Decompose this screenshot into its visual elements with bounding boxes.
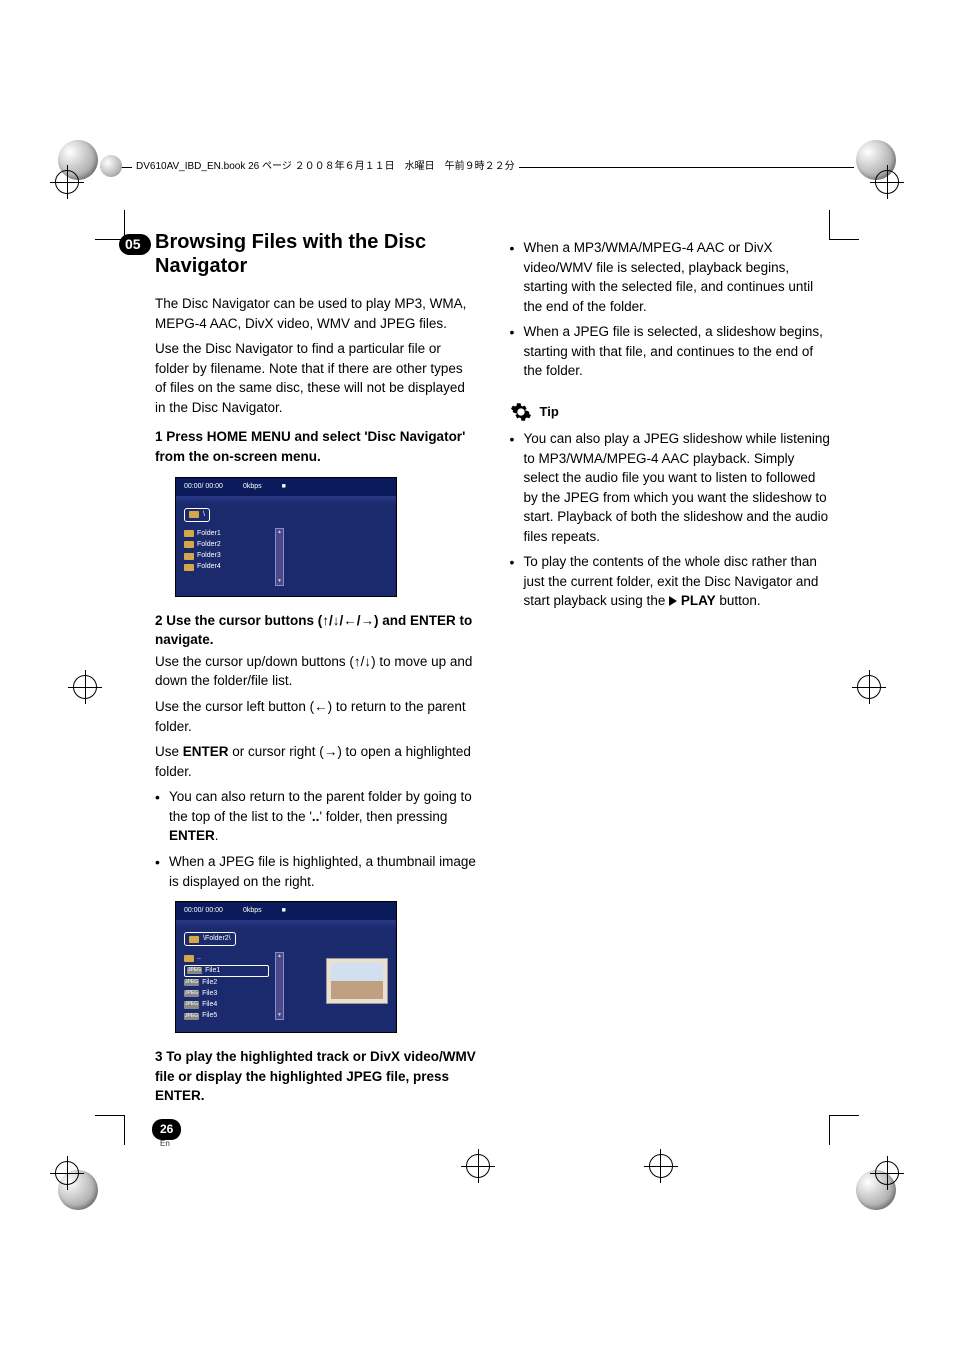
crop-mark <box>85 1115 125 1155</box>
header-disc-icon <box>100 155 122 177</box>
tip-header: Tip <box>510 401 833 423</box>
ss2-scrollbar: ▲▼ <box>275 952 284 1020</box>
crop-mark <box>829 200 869 240</box>
ss2-file-list: .. JPEGFile1 JPEGFile2 JPEGFile3 JPEGFil… <box>184 952 269 1022</box>
screenshot-disc-navigator-files: 00:00/ 00:00 0kbps ■ \Folder2\ .. JPEGFi… <box>175 901 397 1033</box>
list-item: File2 <box>202 978 217 988</box>
ss1-path-text: \ <box>203 510 205 520</box>
step-2-p3: Use ENTER or cursor right (→) to open a … <box>155 742 478 781</box>
ss1-stop-icon: ■ <box>282 482 286 492</box>
ss2-time: 00:00/ 00:00 <box>184 906 223 916</box>
ss1-folder-list: Folder1 Folder2 Folder3 Folder4 <box>184 528 269 586</box>
screenshot-disc-navigator-folders: 00:00/ 00:00 0kbps ■ \ Folder1 Folder2 F… <box>175 477 397 597</box>
list-item: File1 <box>205 966 220 976</box>
crop-mark-mid-right <box>857 675 881 699</box>
page-lang: En <box>160 1138 170 1150</box>
tip-bullet-1: You can also play a JPEG slideshow while… <box>524 429 833 546</box>
folder-icon <box>184 530 194 537</box>
left-column: 05 Browsing Files with the Disc Navigato… <box>155 230 478 1108</box>
ss2-path-text: \Folder2\ <box>203 934 231 944</box>
folder-icon <box>189 936 199 943</box>
ss1-path: \ <box>184 508 210 522</box>
jpeg-chip: JPEG <box>184 979 199 986</box>
step-2-p2: Use the cursor left button (←) to return… <box>155 697 478 736</box>
list-item: File5 <box>202 1011 217 1021</box>
ss1-time: 00:00/ 00:00 <box>184 482 223 492</box>
crop-mark-mid-bottom-2 <box>649 1154 673 1178</box>
jpeg-chip: JPEG <box>187 967 202 974</box>
folder-icon <box>189 511 199 518</box>
list-item: .. <box>197 953 201 963</box>
ss1-scrollbar: ▲▼ <box>275 528 284 586</box>
step-2-title: 2 Use the cursor buttons (↑/↓/←/→) and E… <box>155 611 478 650</box>
step-3-title: 3 To play the highlighted track or DivX … <box>155 1047 478 1106</box>
step-2-bullet-2: When a JPEG file is highlighted, a thumb… <box>169 852 478 891</box>
gear-icon <box>510 401 532 423</box>
list-item: File3 <box>202 989 217 999</box>
crop-mark-mid-left <box>73 675 97 699</box>
ss2-path: \Folder2\ <box>184 932 236 946</box>
crop-mark <box>85 200 125 240</box>
crop-mark <box>829 1115 869 1155</box>
right-column: When a MP3/WMA/MPEG-4 AAC or DivX video/… <box>510 230 833 1108</box>
step-2-p1: Use the cursor up/down buttons (↑/↓) to … <box>155 652 478 691</box>
list-item: Folder2 <box>197 540 221 550</box>
jpeg-chip: JPEG <box>184 1013 199 1020</box>
title-text: Browsing Files with the Disc Navigator <box>155 231 426 277</box>
page-number: 26 <box>152 1119 181 1140</box>
folder-icon <box>184 541 194 548</box>
folder-icon <box>184 553 194 560</box>
ss2-thumbnail <box>326 958 388 1004</box>
right-bullet-1: When a MP3/WMA/MPEG-4 AAC or DivX video/… <box>524 238 833 316</box>
list-item: Folder1 <box>197 529 221 539</box>
list-item: File4 <box>202 1000 217 1010</box>
step-2-bullet-1: You can also return to the parent folder… <box>169 787 478 846</box>
crop-mark-mid-bottom <box>466 1154 490 1178</box>
jpeg-chip: JPEG <box>184 1001 199 1008</box>
ss2-bitrate: 0kbps <box>243 906 262 916</box>
ss1-bitrate: 0kbps <box>243 482 262 492</box>
chapter-badge: 05 <box>119 234 151 255</box>
tip-label: Tip <box>540 403 559 422</box>
folder-icon <box>184 955 194 962</box>
list-item: Folder4 <box>197 562 221 572</box>
intro-paragraph-2: Use the Disc Navigator to find a particu… <box>155 339 478 417</box>
section-title: 05 Browsing Files with the Disc Navigato… <box>155 230 478 278</box>
ss2-stop-icon: ■ <box>282 906 286 916</box>
list-item: Folder3 <box>197 551 221 561</box>
step-1-title: 1 Press HOME MENU and select 'Disc Navig… <box>155 427 478 466</box>
right-bullet-2: When a JPEG file is selected, a slidesho… <box>524 322 833 381</box>
play-icon <box>669 596 677 606</box>
tip-bullet-2: To play the contents of the whole disc r… <box>524 552 833 611</box>
intro-paragraph-1: The Disc Navigator can be used to play M… <box>155 294 478 333</box>
folder-icon <box>184 564 194 571</box>
header-text: DV610AV_IBD_EN.book 26 ページ ２００８年６月１１日 水曜… <box>132 160 519 175</box>
jpeg-chip: JPEG <box>184 990 199 997</box>
